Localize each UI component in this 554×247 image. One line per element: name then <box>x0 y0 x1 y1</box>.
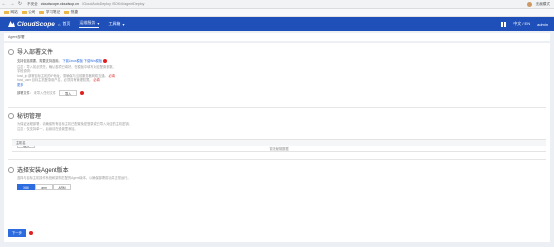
main-nav: ⌂ 首页 运维服务 ▾ 工具箱 ▾ <box>58 20 124 28</box>
step2-radio[interactable] <box>8 112 14 119</box>
url-path: /CloudAutoDeploy /SDK/#/agentDeploy <box>81 2 145 6</box>
version-option-arm[interactable]: arm <box>35 184 53 190</box>
required-note: 必填 <box>93 78 100 83</box>
bookmark-folder[interactable]: 网站 <box>4 10 18 15</box>
deploy-panel: 导入部署文件 支持包括需要，需要支持选用。 下载Linux模板 下载Win模板 … <box>4 43 550 242</box>
profile-label: 无痕模式 <box>535 1 550 6</box>
logo[interactable]: CloudScope <box>0 21 58 28</box>
bookmark-folder[interactable]: 公司 <box>21 10 35 15</box>
folder-icon <box>64 10 70 15</box>
bookmark-folder[interactable]: 学习笔记 <box>39 10 60 15</box>
nav-item-tools[interactable]: 工具箱 ▾ <box>108 21 124 27</box>
step1-desc: 支持包括需要，需要支持选用。 <box>17 59 62 63</box>
chevron-down-icon: ▾ <box>97 20 100 26</box>
breadcrumb: Agent部署 <box>4 33 550 41</box>
annotation-marker <box>29 231 33 235</box>
nav-item-home[interactable]: ⌂ 首页 <box>58 21 70 27</box>
version-selector: X86 arm ARM <box>8 184 131 190</box>
nav-item-ops[interactable]: 运维服务 ▾ <box>79 20 100 28</box>
step-agent-version: 选择安装Agent版本 选择与目标主机操作系统和架构匹配的Agent版本，以确保… <box>8 165 131 190</box>
next-button[interactable]: 下一步 <box>8 229 26 237</box>
home-icon: ⌂ <box>58 21 61 27</box>
apps-grid-icon[interactable] <box>501 21 507 27</box>
more-link[interactable]: 更多 <box>17 83 116 87</box>
annotation-marker <box>80 91 85 96</box>
key-table: 主机名 暂无秘钥数据 <box>12 139 546 152</box>
folder-icon <box>21 10 27 15</box>
app-header: CloudScope ⌂ 首页 运维服务 ▾ 工具箱 ▾ 中文 / EN adm… <box>0 17 554 31</box>
forward-icon[interactable]: → <box>8 0 16 9</box>
url-host: cloudscope.cloudscp.cn <box>40 2 79 6</box>
user-menu[interactable]: admin <box>537 22 548 27</box>
section-divider <box>8 159 546 160</box>
language-switch[interactable]: 中文 / EN <box>513 21 530 27</box>
logo-text: CloudScope <box>17 20 55 28</box>
file-name-display: 未导入任何文件 <box>33 90 56 95</box>
step3-radio[interactable] <box>8 166 14 173</box>
step3-title: 选择安装Agent版本 <box>17 168 69 174</box>
address-bar[interactable]: 不安全 cloudscope.cloudscp.cn /CloudAutoDep… <box>27 1 467 7</box>
download-win-template-link[interactable]: 下载Win模板 <box>84 59 102 63</box>
field-host-user: host_user 目标主机登录用户名，必须具有管理权限。 <box>17 78 93 83</box>
step2-title: 秘钥管理 <box>17 114 42 120</box>
bookmarks-bar: 网站 公司 学习笔记 快捷 <box>0 9 554 17</box>
step-import-file: 导入部署文件 支持包括需要，需要支持选用。 下载Linux模板 下载Win模板 … <box>8 47 116 97</box>
folder-icon <box>4 10 9 15</box>
chevron-down-icon: ▾ <box>122 21 125 27</box>
section-divider <box>8 107 546 108</box>
browser-toolbar: ← → ↻ 不安全 cloudscope.cloudscp.cn /CloudA… <box>0 0 554 9</box>
file-label: 部署文件: <box>17 90 31 95</box>
insecure-label: 不安全 <box>27 1 38 6</box>
annotation-marker <box>102 59 107 64</box>
required-note: 必填 <box>108 73 115 78</box>
back-icon[interactable]: ← <box>0 0 8 9</box>
step1-radio[interactable] <box>8 48 14 55</box>
step2-note: 注意：仅支持单一，后续请在设置里添加。 <box>17 127 78 131</box>
download-linux-template-link[interactable]: 下载Linux模板 <box>63 59 83 63</box>
step3-desc: 选择与目标主机操作系统和架构匹配的Agent版本，以确保部署成功并正常运行。 <box>17 176 131 180</box>
empty-state: 暂无秘钥数据 <box>12 146 546 152</box>
version-option-x86[interactable]: X86 <box>17 184 35 190</box>
reload-icon[interactable]: ↻ <box>16 0 24 9</box>
version-option-arm-upper[interactable]: ARM <box>53 184 71 190</box>
step1-title: 导入部署文件 <box>17 50 54 56</box>
logo-icon <box>8 21 15 27</box>
profile-avatar-icon[interactable] <box>526 1 532 7</box>
bookmark-folder[interactable]: 快捷 <box>64 10 78 15</box>
import-file-button[interactable]: 导入 <box>58 90 78 97</box>
folder-icon <box>39 10 45 15</box>
